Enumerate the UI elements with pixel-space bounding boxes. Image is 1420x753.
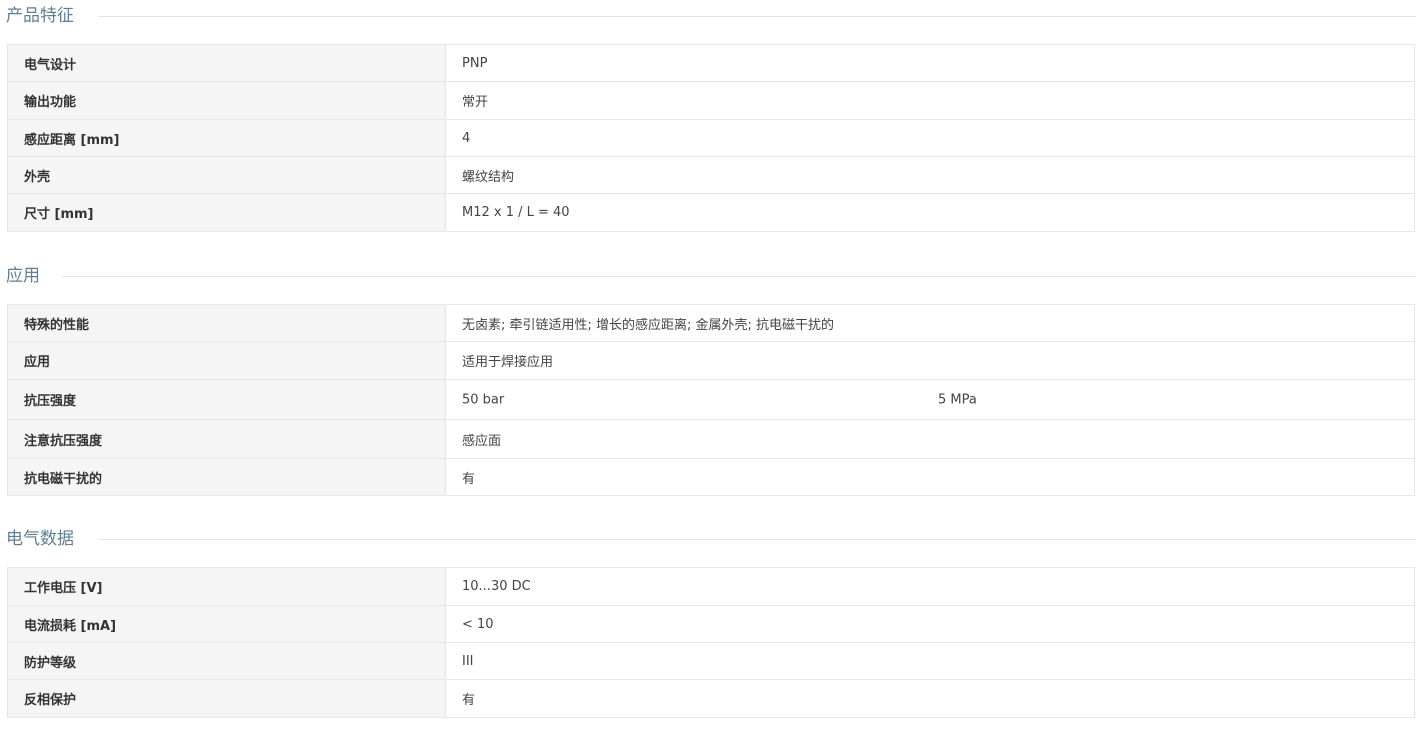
spec-label: 感应距离 [mm] <box>7 119 446 157</box>
spec-label: 抗压强度 <box>7 379 446 420</box>
spec-value: 10...30 DC <box>445 567 1415 606</box>
section-title: 产品特征 <box>6 5 74 27</box>
table-row: 输出功能 常开 <box>7 81 1415 120</box>
spec-value: 有 <box>445 458 1415 496</box>
table-row: 特殊的性能 无卤素; 牵引链适用性; 增长的感应距离; 金属外壳; 抗电磁干扰的 <box>7 304 1415 342</box>
section-divider <box>99 16 1416 17</box>
section-header: 应用 <box>0 260 1416 292</box>
table-row: 尺寸 [mm] M12 x 1 / L = 40 <box>7 193 1415 232</box>
table-row: 工作电压 [V] 10...30 DC <box>7 567 1415 606</box>
table-row: 反相保护 有 <box>7 679 1415 718</box>
spec-value: 螺纹结构 <box>445 156 1415 194</box>
spec-table: 工作电压 [V] 10...30 DC 电流损耗 [mA] < 10 防护等级 … <box>7 567 1415 718</box>
table-row: 防护等级 III <box>7 642 1415 680</box>
spec-value: 无卤素; 牵引链适用性; 增长的感应距离; 金属外壳; 抗电磁干扰的 <box>445 304 1415 342</box>
spec-label: 特殊的性能 <box>7 304 446 342</box>
spec-label: 防护等级 <box>7 642 446 680</box>
table-row: 电流损耗 [mA] < 10 <box>7 605 1415 643</box>
spec-label: 应用 <box>7 341 446 380</box>
spec-value: M12 x 1 / L = 40 <box>445 193 1415 232</box>
table-row: 应用 适用于焊接应用 <box>7 341 1415 380</box>
spec-label: 注意抗压强度 <box>7 419 446 459</box>
spec-label: 尺寸 [mm] <box>7 193 446 232</box>
table-row: 电气设计 PNP <box>7 44 1415 82</box>
spec-value: 感应面 <box>445 419 1415 459</box>
spec-label: 外壳 <box>7 156 446 194</box>
spec-value: 4 <box>445 119 1415 157</box>
table-row: 注意抗压强度 感应面 <box>7 419 1415 459</box>
section-header: 电气数据 <box>0 523 1416 555</box>
spec-label: 反相保护 <box>7 679 446 718</box>
spec-value: 适用于焊接应用 <box>445 341 1415 380</box>
spec-value: 常开 <box>445 81 1415 120</box>
spec-value: < 10 <box>445 605 1415 643</box>
section-divider <box>99 539 1416 540</box>
spec-value: 50 bar <box>462 392 505 407</box>
spec-label: 工作电压 [V] <box>7 567 446 606</box>
spec-value-secondary: 5 MPa <box>938 392 977 407</box>
spec-value: 有 <box>445 679 1415 718</box>
spec-label: 输出功能 <box>7 81 446 120</box>
spec-table: 电气设计 PNP 输出功能 常开 感应距离 [mm] 4 外壳 螺纹结构 尺寸 … <box>7 44 1415 232</box>
table-row: 外壳 螺纹结构 <box>7 156 1415 194</box>
spec-value: III <box>445 642 1415 680</box>
spec-label: 电气设计 <box>7 44 446 82</box>
section-divider <box>62 276 1416 277</box>
section-title: 应用 <box>6 265 40 287</box>
table-row: 感应距离 [mm] 4 <box>7 119 1415 157</box>
spec-table: 特殊的性能 无卤素; 牵引链适用性; 增长的感应距离; 金属外壳; 抗电磁干扰的… <box>7 304 1415 496</box>
spec-value-split: 50 bar 5 MPa <box>445 379 1415 420</box>
spec-value: PNP <box>445 44 1415 82</box>
spec-label: 电流损耗 [mA] <box>7 605 446 643</box>
table-row: 抗压强度 50 bar 5 MPa <box>7 379 1415 420</box>
section-header: 产品特征 <box>0 0 1416 32</box>
spec-label: 抗电磁干扰的 <box>7 458 446 496</box>
section-title: 电气数据 <box>6 528 74 550</box>
table-row: 抗电磁干扰的 有 <box>7 458 1415 496</box>
